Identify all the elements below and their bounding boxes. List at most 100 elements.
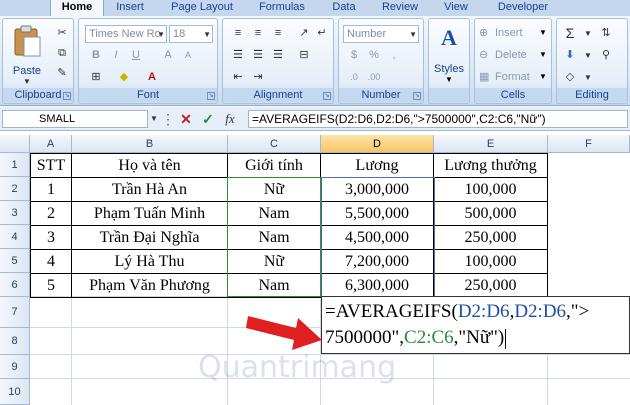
- row-header-7[interactable]: 7: [0, 297, 30, 328]
- insert-button[interactable]: ⊕ Insert ▼: [479, 25, 549, 43]
- paste-button[interactable]: Paste ▼: [7, 23, 47, 86]
- column-header-e[interactable]: E: [434, 135, 548, 153]
- tab-data[interactable]: Data: [326, 0, 362, 16]
- table-cell[interactable]: 100,000: [433, 249, 548, 274]
- table-cell[interactable]: Nam: [227, 273, 321, 298]
- row-header-6[interactable]: 6: [0, 273, 30, 297]
- tab-formulas[interactable]: Formulas: [252, 0, 312, 16]
- bold-button[interactable]: B: [87, 47, 105, 64]
- autosum-button[interactable]: Σ: [561, 25, 579, 42]
- increase-decimal-icon[interactable]: .0: [345, 69, 363, 86]
- table-cell[interactable]: 250,000: [433, 273, 548, 298]
- name-box[interactable]: SMALL: [2, 110, 148, 128]
- select-all-corner[interactable]: [0, 135, 30, 153]
- format-painter-icon[interactable]: ✎: [53, 65, 71, 82]
- table-cell[interactable]: Trần Đại Nghĩa: [71, 225, 228, 250]
- align-bottom-icon[interactable]: ≡: [269, 25, 287, 42]
- header-cell-stt[interactable]: STT: [30, 153, 72, 178]
- decrease-decimal-icon[interactable]: .00: [365, 69, 383, 86]
- row-header-8[interactable]: 8: [0, 328, 30, 355]
- font-color-icon[interactable]: A: [143, 69, 161, 86]
- format-button[interactable]: ▦ Format ▼: [479, 69, 549, 87]
- table-cell[interactable]: 4: [30, 249, 72, 274]
- find-select-icon[interactable]: ⚲: [597, 47, 615, 64]
- column-header-d[interactable]: D: [321, 135, 434, 153]
- table-cell[interactable]: Lý Hà Thu: [71, 249, 228, 274]
- row-header-9[interactable]: 9: [0, 355, 30, 379]
- tab-view[interactable]: View: [436, 0, 476, 16]
- table-cell[interactable]: 7,200,000: [320, 249, 434, 274]
- enter-icon[interactable]: ✓: [200, 110, 216, 128]
- number-format-select[interactable]: Number ▼: [343, 25, 419, 43]
- align-middle-icon[interactable]: ≡: [249, 25, 267, 42]
- underline-button[interactable]: U: [127, 47, 145, 64]
- sort-filter-icon[interactable]: ⇅: [597, 25, 615, 42]
- font-name-select[interactable]: Times New Ro ▼: [85, 25, 167, 43]
- cut-icon[interactable]: ✂: [53, 25, 71, 42]
- chevron-down-icon[interactable]: ▼: [150, 114, 158, 123]
- fill-icon[interactable]: ⬇: [561, 47, 579, 64]
- shrink-font-icon[interactable]: A: [179, 47, 197, 64]
- tab-developer[interactable]: Developer: [488, 0, 558, 16]
- alignment-launcher-icon[interactable]: ↘: [323, 92, 331, 100]
- decrease-indent-icon[interactable]: ⇤: [229, 69, 247, 86]
- table-cell[interactable]: Nam: [227, 201, 321, 226]
- table-cell[interactable]: Phạm Tuấn Minh: [71, 201, 228, 226]
- comma-style-icon[interactable]: ,: [385, 47, 403, 64]
- grow-font-icon[interactable]: A: [159, 47, 177, 64]
- table-cell[interactable]: 5,500,000: [320, 201, 434, 226]
- table-cell[interactable]: 3,000,000: [320, 177, 434, 202]
- table-cell[interactable]: 250,000: [433, 225, 548, 250]
- namebox-splitter-icon[interactable]: ⋮: [160, 110, 176, 128]
- table-cell[interactable]: 1: [30, 177, 72, 202]
- table-cell[interactable]: 3: [30, 225, 72, 250]
- font-size-select[interactable]: 18 ▼: [169, 25, 213, 43]
- borders-icon[interactable]: ⊞: [87, 69, 105, 86]
- clipboard-launcher-icon[interactable]: ↘: [63, 92, 71, 100]
- header-cell-salary[interactable]: Lương: [320, 153, 434, 178]
- table-cell[interactable]: 2: [30, 201, 72, 226]
- header-cell-name[interactable]: Họ và tên: [71, 153, 228, 178]
- align-top-icon[interactable]: ≡: [229, 25, 247, 42]
- tab-insert[interactable]: Insert: [108, 0, 152, 16]
- font-launcher-icon[interactable]: ↘: [207, 92, 215, 100]
- column-header-f[interactable]: F: [548, 135, 630, 153]
- increase-indent-icon[interactable]: ⇥: [249, 69, 267, 86]
- formula-input[interactable]: =AVERAGEIFS(D2:D6,D2:D6,">7500000",C2:C6…: [248, 110, 628, 128]
- row-header-10[interactable]: 10: [0, 379, 30, 405]
- insert-function-button[interactable]: fx: [222, 110, 238, 128]
- chevron-down-icon[interactable]: ▼: [579, 25, 597, 42]
- table-cell[interactable]: Nữ: [227, 249, 321, 274]
- tab-review[interactable]: Review: [376, 0, 424, 16]
- column-header-b[interactable]: B: [72, 135, 228, 153]
- row-header-4[interactable]: 4: [0, 225, 30, 249]
- table-cell[interactable]: Trần Hà An: [71, 177, 228, 202]
- tab-home[interactable]: Home: [50, 0, 104, 17]
- tab-page-layout[interactable]: Page Layout: [164, 0, 240, 16]
- header-cell-bonus[interactable]: Lương thưởng: [433, 153, 548, 178]
- currency-icon[interactable]: $: [345, 47, 363, 64]
- orientation-icon[interactable]: ↗: [295, 25, 313, 42]
- column-header-c[interactable]: C: [228, 135, 321, 153]
- chevron-down-icon[interactable]: ▼: [579, 47, 597, 64]
- column-header-a[interactable]: A: [30, 135, 72, 153]
- fill-color-icon[interactable]: ◆: [115, 69, 133, 86]
- row-header-1[interactable]: 1: [0, 153, 30, 177]
- table-cell[interactable]: 5: [30, 273, 72, 298]
- active-cell-editor[interactable]: =AVERAGEIFS(D2:D6,D2:D6,"> 7500000",C2:C6…: [321, 296, 630, 354]
- cancel-icon[interactable]: ✕: [178, 110, 194, 128]
- table-cell[interactable]: 6,300,000: [320, 273, 434, 298]
- table-cell[interactable]: Nam: [227, 225, 321, 250]
- percent-icon[interactable]: %: [365, 47, 383, 64]
- header-cell-gender[interactable]: Giới tính: [227, 153, 321, 178]
- wrap-text-icon[interactable]: ↵: [313, 25, 331, 42]
- table-cell[interactable]: 100,000: [433, 177, 548, 202]
- table-cell[interactable]: 500,000: [433, 201, 548, 226]
- merge-center-icon[interactable]: ⊟: [295, 47, 313, 64]
- align-right-icon[interactable]: ☰: [269, 47, 287, 64]
- italic-button[interactable]: I: [107, 47, 125, 64]
- align-left-icon[interactable]: ☰: [229, 47, 247, 64]
- table-cell[interactable]: 4,500,000: [320, 225, 434, 250]
- align-center-icon[interactable]: ☰: [249, 47, 267, 64]
- number-launcher-icon[interactable]: ↘: [413, 92, 421, 100]
